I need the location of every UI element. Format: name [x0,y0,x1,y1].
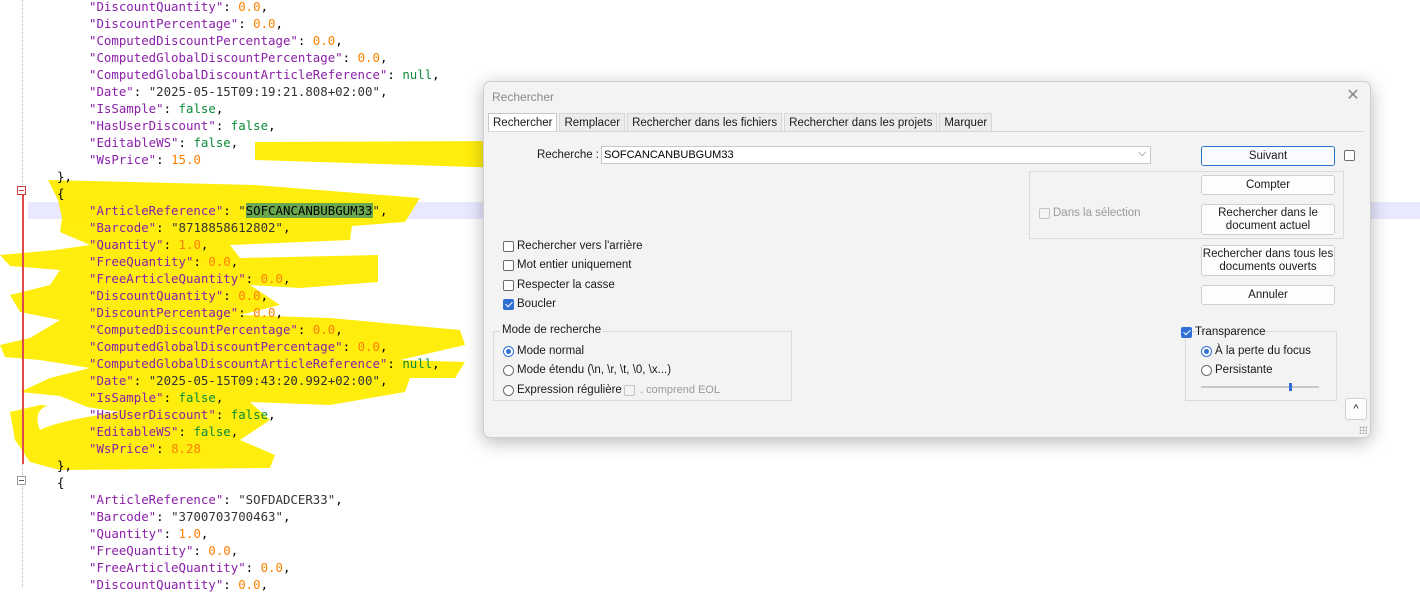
on-focus-loss-label: À la perte du focus [1215,345,1311,357]
transparency-label: Transparence [1195,326,1266,338]
next-button[interactable]: Suivant [1201,146,1335,166]
mode-regex-radio[interactable] [503,385,514,396]
search-input-value: SOFCANCANBUBGUM33 [604,149,734,161]
fold-range-indicator [22,188,25,464]
code-line: "DiscountPercentage": 0.0, [89,305,283,320]
tab-mark[interactable]: Marquer [939,113,993,132]
backward-label: Rechercher vers l'arrière [517,240,643,252]
code-line: "Date": "2025-05-15T09:43:20.992+02:00", [89,373,388,388]
code-line: "DiscountQuantity": 0.0, [89,577,269,592]
search-input[interactable]: SOFCANCANBUBGUM33 ⌵ [601,146,1151,164]
tab-find-in-projects[interactable]: Rechercher dans les projets [784,113,938,132]
code-line: "ArticleReference": "SOFDADCER33", [89,492,343,507]
code-line: }, [57,169,72,184]
code-line: "Quantity": 1.0, [89,237,209,252]
mode-extended-radio[interactable] [503,365,514,376]
on-focus-loss-radio[interactable] [1201,346,1212,357]
tab-find-in-files[interactable]: Rechercher dans les fichiers [627,113,783,132]
search-label: Recherche : [537,149,600,161]
eol-label: . comprend EOL [640,384,721,396]
in-selection-checkbox[interactable] [1039,208,1050,219]
chevron-down-icon[interactable]: ⌵ [1138,148,1146,159]
backward-checkbox[interactable] [503,241,514,252]
code-line: }, [57,458,72,473]
code-line: "ComputedDiscountPercentage": 0.0, [89,33,343,48]
code-line: "DiscountPercentage": 0.0, [89,16,283,31]
code-line: "Quantity": 1.0, [89,526,209,541]
tab-replace[interactable]: Remplacer [559,113,626,132]
search-match: SOFCANCANBUBGUM33 [245,203,373,218]
code-line: "WsPrice": 15.0 [89,152,201,167]
mode-normal-label: Mode normal [517,345,585,357]
match-case-checkbox[interactable] [503,280,514,291]
whole-word-checkbox[interactable] [503,260,514,271]
mode-regex-label: Expression régulière [517,384,622,396]
code-line: { [57,186,65,201]
whole-word-label: Mot entier uniquement [517,259,632,271]
fold-collapse-icon[interactable] [17,476,26,485]
eol-checkbox[interactable] [624,385,635,396]
resize-grip-icon[interactable] [1359,426,1367,434]
dialog-title: Rechercher [492,90,555,104]
code-line: "IsSample": false, [89,101,224,116]
fold-collapse-icon[interactable] [17,186,26,195]
code-line: "FreeArticleQuantity": 0.0, [89,271,291,286]
wrap-label: Boucler [517,298,556,310]
code-line: "EditableWS": false, [89,424,239,439]
code-line: "Barcode": "8718858612802", [89,220,291,235]
code-line: "Barcode": "3700703700463", [89,509,291,524]
code-line: { [57,475,65,490]
mode-extended-label: Mode étendu (\n, \r, \t, \0, \x...) [517,364,672,376]
dialog-tabs: Rechercher Remplacer Rechercher dans les… [488,113,994,132]
cancel-button[interactable]: Annuler [1201,285,1335,305]
find-in-all-docs-button[interactable]: Rechercher dans tous les documents ouver… [1201,245,1335,276]
code-line: "Date": "2025-05-15T09:19:21.808+02:00", [89,84,388,99]
code-line: "FreeQuantity": 0.0, [89,254,239,269]
in-selection-label: Dans la sélection [1053,207,1141,219]
find-in-current-doc-button[interactable]: Rechercher dans le document actuel [1201,204,1335,235]
collapse-icon[interactable]: ^ [1345,398,1367,420]
code-line: "ArticleReference": "SOFCANCANBUBGUM33", [89,203,388,218]
code-line: "ComputedGlobalDiscountArticleReference"… [89,67,440,82]
code-line: "DiscountQuantity": 0.0, [89,0,269,14]
transparency-checkbox[interactable] [1181,327,1192,338]
code-line: "WsPrice": 8.28 [89,441,201,456]
count-button[interactable]: Compter [1201,175,1335,195]
persistent-label: Persistante [1215,364,1273,376]
mode-normal-radio[interactable] [503,346,514,357]
find-dialog: Rechercher ✕ Rechercher Remplacer Recher… [483,81,1371,438]
search-mode-title: Mode de recherche [500,324,604,336]
code-line: "HasUserDiscount": false, [89,118,276,133]
transparency-slider[interactable] [1201,386,1319,388]
tab-find[interactable]: Rechercher [488,113,558,132]
code-line: "IsSample": false, [89,390,224,405]
code-line: "ComputedGlobalDiscountArticleReference"… [89,356,440,371]
transparency-slider-thumb[interactable] [1288,383,1292,391]
match-case-label: Respecter la casse [517,279,615,291]
code-line: "ComputedGlobalDiscountPercentage": 0.0, [89,50,388,65]
code-line: "ComputedDiscountPercentage": 0.0, [89,322,343,337]
wrap-checkbox[interactable] [503,299,514,310]
code-line: "ComputedGlobalDiscountPercentage": 0.0, [89,339,388,354]
code-line: "FreeArticleQuantity": 0.0, [89,560,291,575]
persistent-radio[interactable] [1201,365,1212,376]
code-line: "FreeQuantity": 0.0, [89,543,239,558]
code-line: "DiscountQuantity": 0.0, [89,288,269,303]
code-line: "HasUserDiscount": false, [89,407,276,422]
next-option-checkbox[interactable] [1344,150,1355,161]
close-icon[interactable]: ✕ [1344,87,1362,105]
code-line: "EditableWS": false, [89,135,239,150]
